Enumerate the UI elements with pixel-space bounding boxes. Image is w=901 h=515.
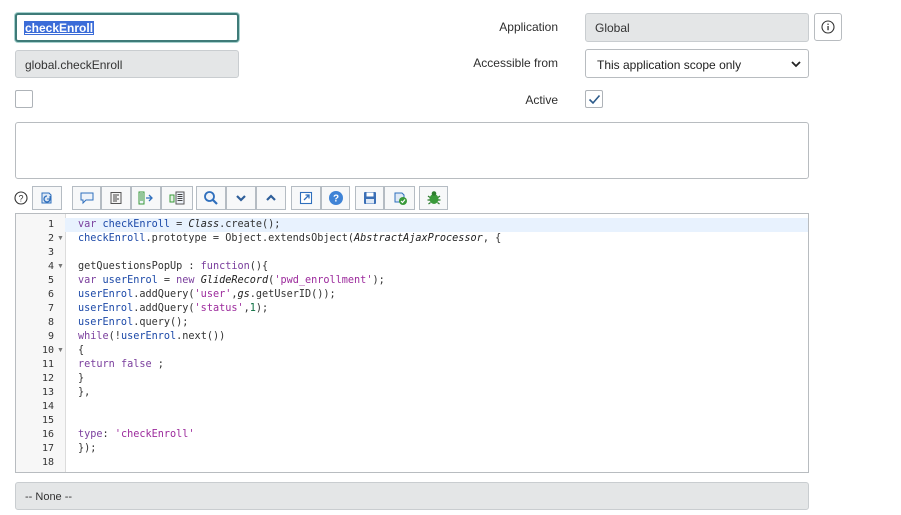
- line-number: 6: [47, 289, 54, 300]
- svg-text:?: ?: [18, 193, 23, 203]
- code-line: checkEnroll.prototype = Object.extendsOb…: [78, 233, 502, 244]
- line-number: 16: [41, 429, 54, 440]
- code-line: while(!userEnrol.next()): [78, 331, 226, 342]
- script-editor[interactable]: 1 2 3 4 5 6 7 8 9 10 11 12 13 14 15 16 1…: [15, 213, 809, 473]
- save-button[interactable]: [355, 186, 384, 210]
- line-number: 8: [47, 317, 54, 328]
- field-help-icon[interactable]: ?: [14, 191, 28, 205]
- checkmark-icon: [588, 94, 601, 105]
- line-number-gutter: 1 2 3 4 5 6 7 8 9 10 11 12 13 14 15 16 1…: [16, 214, 66, 472]
- code-line: return false ;: [78, 359, 164, 370]
- line-number: 15: [41, 415, 54, 426]
- line-number: 12: [41, 373, 54, 384]
- code-line: }: [78, 373, 85, 384]
- line-number: 4: [47, 261, 54, 272]
- code-line: userEnrol.query();: [78, 317, 189, 328]
- format-code-button[interactable]: [101, 186, 131, 210]
- find-next-button[interactable]: [226, 186, 256, 210]
- code-line: {: [78, 345, 85, 356]
- question-icon: ?: [328, 191, 343, 205]
- code-line: var checkEnroll = Class.create();: [78, 219, 281, 230]
- save-icon: [363, 192, 376, 204]
- insert-macro-icon: [138, 191, 153, 205]
- accessible-from-select[interactable]: This application scope only: [585, 49, 809, 78]
- application-field: Global: [585, 13, 809, 42]
- description-textarea[interactable]: [15, 122, 809, 179]
- bug-icon: [427, 191, 440, 205]
- svg-text:?: ?: [332, 194, 338, 205]
- chevron-up-icon: [266, 194, 276, 201]
- fullscreen-button[interactable]: [291, 186, 321, 210]
- code-line: },: [78, 387, 91, 398]
- line-number: 10: [41, 345, 54, 356]
- code-line: type: 'checkEnroll': [78, 429, 195, 440]
- line-number: 5: [47, 275, 54, 286]
- line-number: 9: [47, 331, 54, 342]
- code-line: userEnrol.addQuery('user',gs.getUserID()…: [78, 289, 336, 300]
- insert-macro-button[interactable]: [131, 186, 161, 210]
- chevron-down-icon: [236, 195, 246, 202]
- fold-marker-icon[interactable]: ▼: [57, 232, 64, 246]
- bottom-none-field: -- None --: [15, 482, 809, 510]
- code-line: getQuestionsPopUp : function(){: [78, 261, 269, 272]
- toggle-syntax-editor-button[interactable]: [32, 186, 62, 210]
- line-number: 18: [41, 457, 54, 468]
- name-input-value: checkEnroll: [24, 21, 95, 35]
- script-include-icon: [169, 191, 185, 205]
- line-number: 3: [47, 247, 54, 258]
- line-number: 2: [47, 233, 54, 244]
- fold-marker-icon[interactable]: ▼: [57, 260, 64, 274]
- format-icon: [110, 192, 122, 204]
- debugger-icon: [394, 192, 407, 205]
- line-number: 11: [41, 359, 54, 370]
- active-checkbox[interactable]: [585, 90, 603, 108]
- line-number: 1: [47, 219, 54, 230]
- comment-icon: [80, 192, 93, 205]
- accessible-from-label: Accessible from: [473, 56, 558, 70]
- accessible-from-value: This application scope only: [597, 58, 742, 72]
- client-callable-checkbox[interactable]: [15, 90, 33, 108]
- application-info-button[interactable]: [814, 13, 842, 41]
- code-line: });: [78, 443, 97, 454]
- syntax-toggle-icon: [41, 192, 52, 204]
- api-name-field: global.checkEnroll: [15, 50, 239, 78]
- chevron-down-icon: [791, 61, 801, 68]
- line-number: 14: [41, 401, 54, 412]
- comment-selected-button[interactable]: [72, 186, 101, 210]
- help-button[interactable]: ?: [321, 186, 350, 210]
- search-icon: [204, 191, 218, 205]
- script-debugger-button[interactable]: [384, 186, 415, 210]
- code-line: var userEnrol = new GlideRecord('pwd_enr…: [78, 275, 385, 286]
- active-label: Active: [525, 93, 558, 107]
- info-icon: [821, 20, 835, 34]
- application-label: Application: [499, 20, 558, 34]
- line-number: 7: [47, 303, 54, 314]
- expand-icon: [299, 191, 313, 205]
- code-line: userEnrol.addQuery('status',1);: [78, 303, 269, 314]
- debug-button[interactable]: [419, 186, 448, 210]
- script-include-button[interactable]: [161, 186, 193, 210]
- search-button[interactable]: [196, 186, 226, 210]
- name-input[interactable]: checkEnroll: [15, 13, 239, 42]
- fold-marker-icon[interactable]: ▼: [57, 344, 64, 358]
- line-number: 13: [41, 387, 54, 398]
- find-previous-button[interactable]: [256, 186, 286, 210]
- line-number: 17: [41, 443, 54, 454]
